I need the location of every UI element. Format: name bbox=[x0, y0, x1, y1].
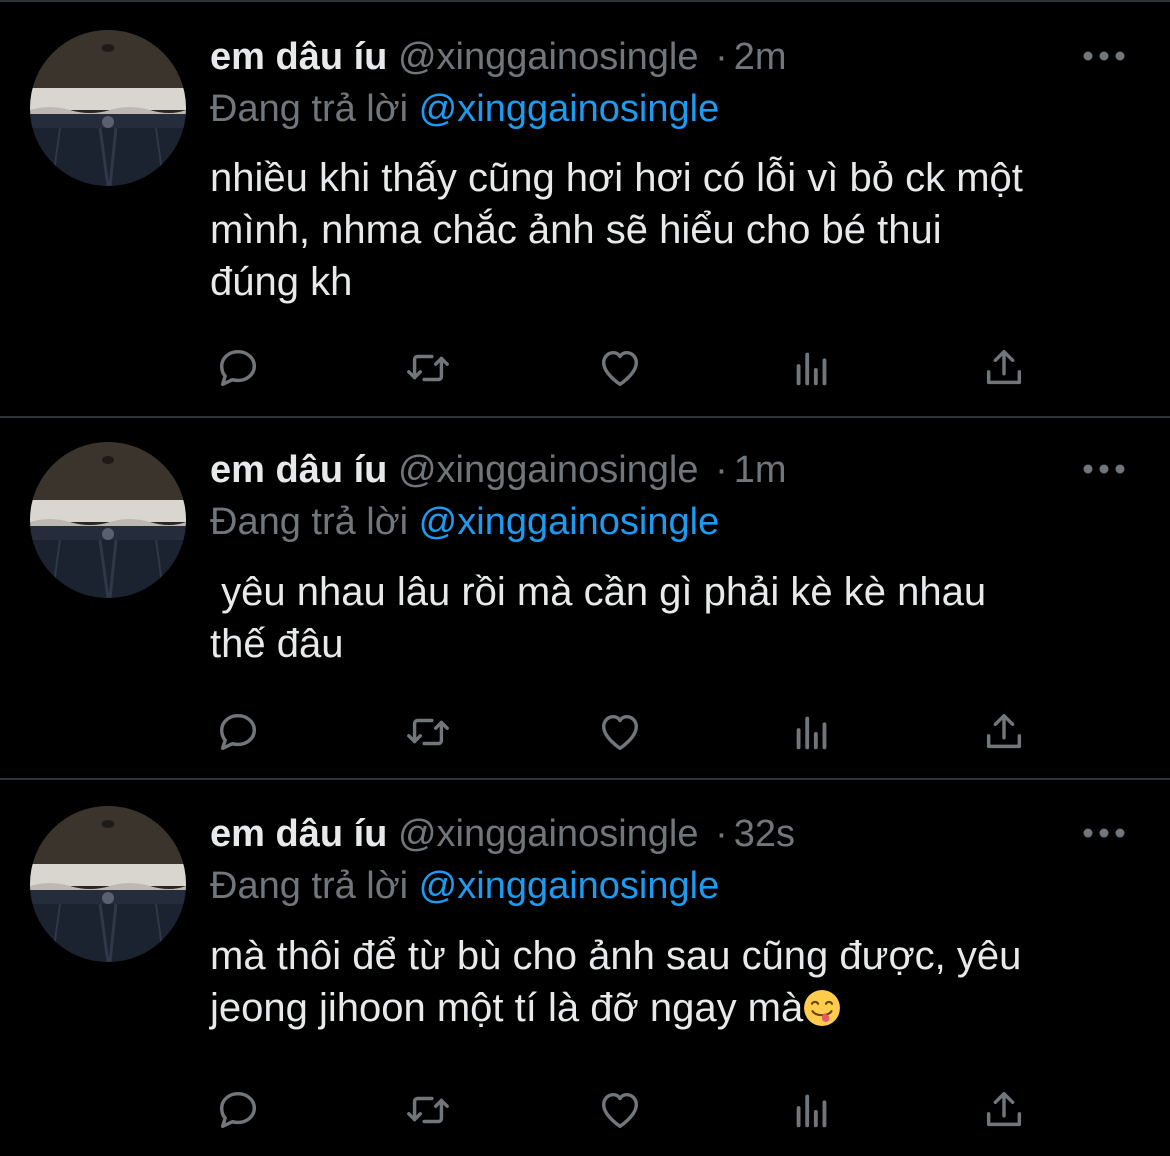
face-savoring-food-emoji bbox=[804, 990, 841, 1026]
reply-button[interactable] bbox=[210, 708, 266, 756]
reply-button[interactable] bbox=[210, 1086, 266, 1134]
avatar[interactable] bbox=[30, 806, 186, 962]
tweet-text: yêu nhau lâu rồi mà cần gì phải kè kè nh… bbox=[210, 570, 987, 666]
like-button[interactable] bbox=[592, 1086, 648, 1134]
more-options-button[interactable] bbox=[1082, 823, 1126, 843]
display-name[interactable]: em dâu íu bbox=[210, 449, 387, 491]
retweet-button[interactable] bbox=[400, 1086, 456, 1134]
views-button[interactable] bbox=[784, 344, 840, 392]
share-button[interactable] bbox=[976, 708, 1032, 756]
share-upload-icon bbox=[986, 713, 1022, 749]
tweet-text: nhiều khi thấy cũng hơi hơi có lỗi vì bỏ… bbox=[210, 156, 1023, 304]
like-button[interactable] bbox=[592, 708, 648, 756]
share-upload-icon bbox=[986, 1091, 1022, 1127]
tweet-actions bbox=[210, 708, 1050, 756]
replying-to-label: Đang trả lời bbox=[210, 865, 409, 907]
tweet-header: em dâu íu @xinggainosingle · 1m bbox=[210, 447, 787, 493]
more-horizontal-icon bbox=[1083, 51, 1125, 61]
display-name[interactable]: em dâu íu bbox=[210, 813, 387, 855]
replying-to: Đang trả lời @xinggainosingle bbox=[210, 86, 719, 132]
heart-icon bbox=[601, 714, 639, 751]
avatar-image bbox=[30, 806, 186, 962]
more-options-button[interactable] bbox=[1082, 459, 1126, 479]
replying-to: Đang trả lời @xinggainosingle bbox=[210, 863, 719, 909]
user-handle[interactable]: @xinggainosingle bbox=[398, 813, 699, 855]
timestamp[interactable]: 32s bbox=[734, 813, 795, 855]
reply-bubble-icon bbox=[219, 349, 257, 387]
tweet-actions bbox=[210, 1086, 1050, 1134]
tweet[interactable]: em dâu íu @xinggainosingle · 2m Đang trả … bbox=[0, 0, 1170, 418]
user-handle[interactable]: @xinggainosingle bbox=[398, 36, 699, 78]
reply-bubble-icon bbox=[219, 713, 257, 751]
tweet[interactable]: em dâu íu @xinggainosingle · 1m Đang trả … bbox=[0, 418, 1170, 780]
views-button[interactable] bbox=[784, 1086, 840, 1134]
replying-to-handle-link[interactable]: @xinggainosingle bbox=[419, 501, 720, 543]
share-upload-icon bbox=[986, 349, 1022, 385]
retweet-icon bbox=[407, 354, 449, 382]
replying-to-handle-link[interactable]: @xinggainosingle bbox=[419, 865, 720, 907]
more-horizontal-icon bbox=[1083, 828, 1125, 838]
replying-to-label: Đang trả lời bbox=[210, 501, 409, 543]
avatar-image bbox=[30, 30, 186, 186]
heart-icon bbox=[601, 350, 639, 387]
timestamp[interactable]: 2m bbox=[734, 36, 787, 78]
tweet-actions bbox=[210, 344, 1050, 392]
more-horizontal-icon bbox=[1083, 464, 1125, 474]
share-button[interactable] bbox=[976, 1086, 1032, 1134]
views-bars-icon bbox=[796, 1094, 827, 1128]
user-handle[interactable]: @xinggainosingle bbox=[398, 449, 699, 491]
avatar[interactable] bbox=[30, 30, 186, 186]
avatar[interactable] bbox=[30, 442, 186, 598]
tweet-text: mà thôi để từ bù cho ảnh sau cũng được, … bbox=[210, 930, 1140, 1034]
retweet-button[interactable] bbox=[400, 708, 456, 756]
reply-button[interactable] bbox=[210, 344, 266, 392]
views-button[interactable] bbox=[784, 708, 840, 756]
reply-bubble-icon bbox=[219, 1091, 257, 1129]
tweet-header: em dâu íu @xinggainosingle · 32s bbox=[210, 811, 795, 857]
timestamp[interactable]: 1m bbox=[734, 449, 787, 491]
like-button[interactable] bbox=[592, 344, 648, 392]
tweet-text-content: mà thôi để từ bù cho ảnh sau cũng được, … bbox=[210, 934, 1022, 1030]
heart-icon bbox=[601, 1092, 639, 1129]
retweet-icon bbox=[407, 1096, 449, 1124]
more-options-button[interactable] bbox=[1082, 46, 1126, 66]
tweet[interactable]: em dâu íu @xinggainosingle · 32s Đang trả… bbox=[0, 780, 1170, 1156]
separator-dot: · bbox=[715, 813, 728, 855]
replying-to: Đang trả lời @xinggainosingle bbox=[210, 499, 719, 545]
avatar-image bbox=[30, 442, 186, 598]
views-bars-icon bbox=[796, 716, 827, 750]
replying-to-label: Đang trả lời bbox=[210, 88, 409, 130]
separator-dot: · bbox=[715, 449, 728, 491]
views-bars-icon bbox=[796, 352, 827, 386]
retweet-button[interactable] bbox=[400, 344, 456, 392]
replying-to-handle-link[interactable]: @xinggainosingle bbox=[419, 88, 720, 130]
retweet-icon bbox=[407, 718, 449, 746]
share-button[interactable] bbox=[976, 344, 1032, 392]
display-name[interactable]: em dâu íu bbox=[210, 36, 387, 78]
tweet-header: em dâu íu @xinggainosingle · 2m bbox=[210, 34, 787, 80]
separator-dot: · bbox=[715, 36, 728, 78]
